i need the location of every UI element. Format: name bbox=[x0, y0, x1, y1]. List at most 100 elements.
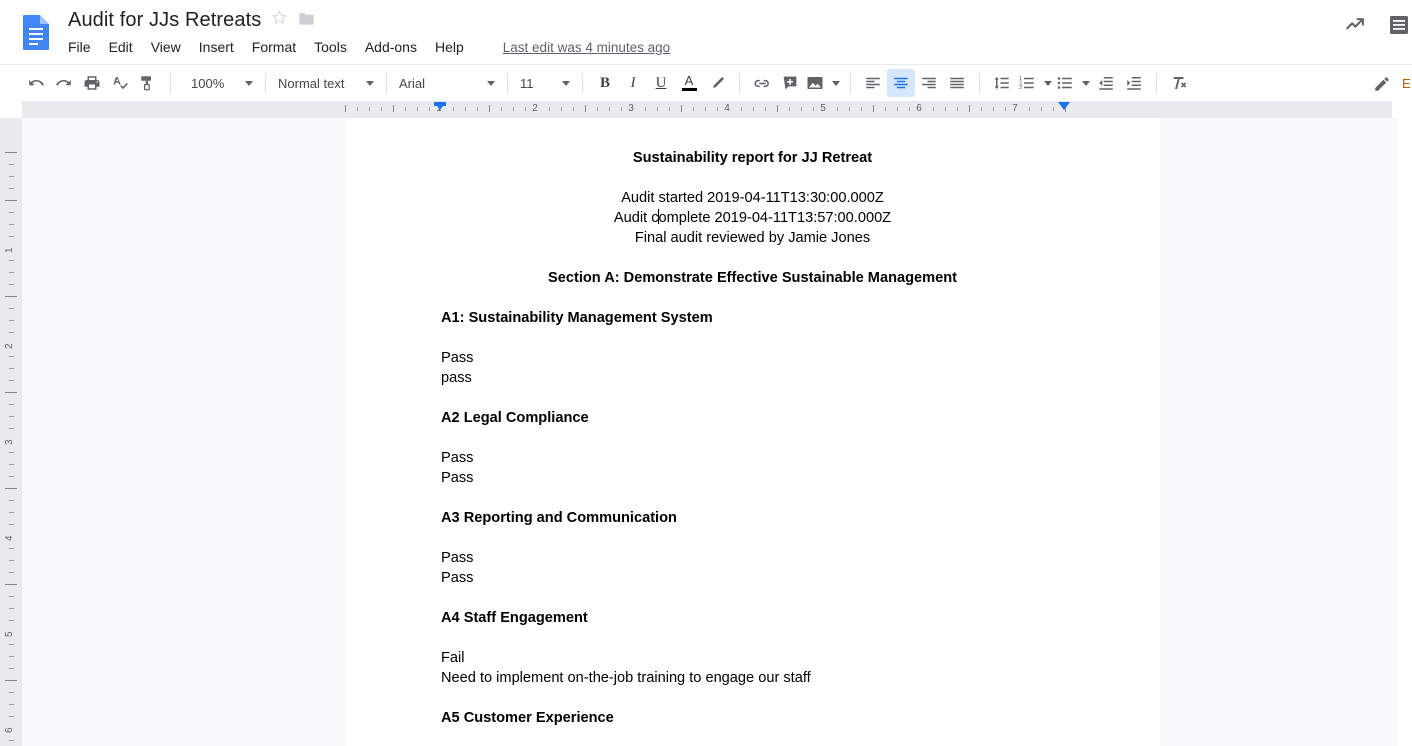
ruler-tick bbox=[9, 476, 14, 477]
bold-label: B bbox=[600, 75, 610, 92]
increase-indent-icon[interactable] bbox=[1120, 69, 1148, 97]
font-family-dropdown[interactable]: Arial bbox=[395, 70, 499, 96]
item-heading-a5: A5 Customer Experience bbox=[441, 708, 1064, 728]
right-margin-marker[interactable] bbox=[1058, 102, 1070, 110]
last-edit-status[interactable]: Last edit was 4 minutes ago bbox=[503, 40, 670, 55]
ruler-tick bbox=[9, 284, 14, 285]
ruler-tick bbox=[597, 107, 598, 111]
document-body-area: 123456 Sustainability report for JJ Retr… bbox=[0, 118, 1412, 746]
document-outline-icon[interactable] bbox=[1388, 12, 1410, 38]
menu-item-file[interactable]: File bbox=[68, 37, 100, 57]
toolbar-divider bbox=[582, 73, 583, 93]
ruler-tick bbox=[9, 332, 14, 333]
clear-formatting-icon[interactable] bbox=[1165, 69, 1193, 97]
ruler-number: 2 bbox=[532, 103, 538, 114]
document-title[interactable]: Audit for JJs Retreats bbox=[68, 7, 261, 33]
item-result-a3: Pass bbox=[441, 548, 1064, 568]
ruler-tick bbox=[9, 548, 14, 549]
ruler-tick bbox=[789, 107, 790, 111]
align-justify-icon[interactable] bbox=[943, 69, 971, 97]
paragraph-style-dropdown[interactable]: Normal text bbox=[274, 70, 378, 96]
edit-mode-label[interactable]: E bbox=[1402, 76, 1412, 91]
ruler-tick bbox=[933, 107, 934, 111]
menu-item-edit[interactable]: Edit bbox=[100, 37, 142, 57]
formatting-toolbar: 100% Normal text Arial 11 B I U A bbox=[0, 64, 1412, 101]
ruler-tick bbox=[549, 107, 550, 111]
ruler-tick bbox=[9, 452, 14, 453]
ruler-tick bbox=[9, 668, 14, 669]
paragraph-style-value: Normal text bbox=[278, 76, 344, 91]
highlight-pen-icon[interactable] bbox=[703, 69, 731, 97]
menu-item-format[interactable]: Format bbox=[243, 37, 305, 57]
add-comment-icon[interactable] bbox=[776, 69, 804, 97]
ruler-tick bbox=[9, 692, 14, 693]
menu-item-view[interactable]: View bbox=[142, 37, 190, 57]
spacer bbox=[441, 528, 1064, 548]
underline-button[interactable]: U bbox=[647, 69, 675, 97]
align-left-icon[interactable] bbox=[859, 69, 887, 97]
page-left-gutter bbox=[22, 118, 345, 746]
menu-bar: File Edit View Insert Format Tools Add-o… bbox=[68, 35, 670, 59]
toolbar-right-group: E bbox=[1368, 65, 1412, 102]
ruler-tick bbox=[573, 107, 574, 111]
vertical-scrollbar[interactable] bbox=[1398, 118, 1412, 746]
bulleted-list-dropdown[interactable] bbox=[1054, 70, 1092, 96]
document-page[interactable]: Sustainability report for JJ Retreat Aud… bbox=[345, 118, 1160, 746]
line-spacing-icon[interactable] bbox=[988, 69, 1016, 97]
google-docs-icon[interactable] bbox=[16, 12, 56, 52]
ruler-number: 5 bbox=[4, 631, 15, 637]
undo-icon[interactable] bbox=[22, 69, 50, 97]
spacer bbox=[441, 628, 1064, 648]
ruler-tick bbox=[609, 107, 610, 111]
redo-icon[interactable] bbox=[50, 69, 78, 97]
print-icon[interactable] bbox=[78, 69, 106, 97]
align-center-icon[interactable] bbox=[887, 69, 915, 97]
text-color-button[interactable]: A bbox=[675, 69, 703, 97]
title-row: Audit for JJs Retreats bbox=[68, 6, 670, 34]
insert-link-icon[interactable] bbox=[748, 69, 776, 97]
spacer bbox=[441, 688, 1064, 708]
ruler-tick bbox=[9, 500, 14, 501]
numbered-list-dropdown[interactable]: 1 2 3 bbox=[1016, 70, 1054, 96]
ruler-tick bbox=[525, 107, 526, 111]
zoom-dropdown[interactable]: 100% bbox=[187, 70, 257, 96]
italic-button[interactable]: I bbox=[619, 69, 647, 97]
ruler-tick bbox=[9, 224, 14, 225]
toolbar-divider bbox=[507, 73, 508, 93]
ruler-tick bbox=[9, 176, 14, 177]
align-right-icon[interactable] bbox=[915, 69, 943, 97]
ruler-tick bbox=[705, 107, 706, 111]
bold-button[interactable]: B bbox=[591, 69, 619, 97]
menu-item-addons[interactable]: Add-ons bbox=[356, 37, 426, 57]
ruler-tick bbox=[9, 164, 14, 165]
ruler-tick bbox=[501, 107, 502, 111]
paint-format-icon[interactable] bbox=[134, 69, 162, 97]
font-size-value: 11 bbox=[520, 76, 534, 91]
first-line-indent-marker[interactable] bbox=[434, 102, 446, 110]
menu-item-insert[interactable]: Insert bbox=[190, 37, 243, 57]
trending-up-icon[interactable] bbox=[1344, 12, 1370, 38]
report-title: Sustainability report for JJ Retreat bbox=[441, 118, 1064, 168]
text-color-label: A bbox=[685, 75, 694, 87]
ruler-tick bbox=[465, 107, 466, 111]
ruler-tick bbox=[9, 716, 14, 717]
ruler-tick bbox=[693, 107, 694, 111]
page-right-gutter bbox=[1160, 118, 1412, 746]
pencil-icon[interactable] bbox=[1368, 70, 1396, 98]
ruler-tick bbox=[981, 107, 982, 111]
ruler-tick bbox=[957, 107, 958, 111]
spacer bbox=[441, 168, 1064, 188]
vertical-ruler[interactable]: 123456 bbox=[0, 118, 22, 746]
insert-image-dropdown[interactable] bbox=[804, 70, 842, 96]
folder-icon[interactable] bbox=[298, 10, 315, 31]
section-a-heading: Section A: Demonstrate Effective Sustain… bbox=[441, 268, 1064, 288]
decrease-indent-icon[interactable] bbox=[1092, 69, 1120, 97]
ruler-tick bbox=[9, 428, 14, 429]
font-size-dropdown[interactable]: 11 bbox=[516, 70, 574, 96]
toolbar-divider bbox=[265, 73, 266, 93]
spellcheck-icon[interactable] bbox=[106, 69, 134, 97]
horizontal-ruler[interactable]: 1234567 bbox=[22, 101, 1392, 118]
menu-item-help[interactable]: Help bbox=[426, 37, 473, 57]
menu-item-tools[interactable]: Tools bbox=[305, 37, 356, 57]
star-outline-icon[interactable] bbox=[271, 9, 288, 31]
